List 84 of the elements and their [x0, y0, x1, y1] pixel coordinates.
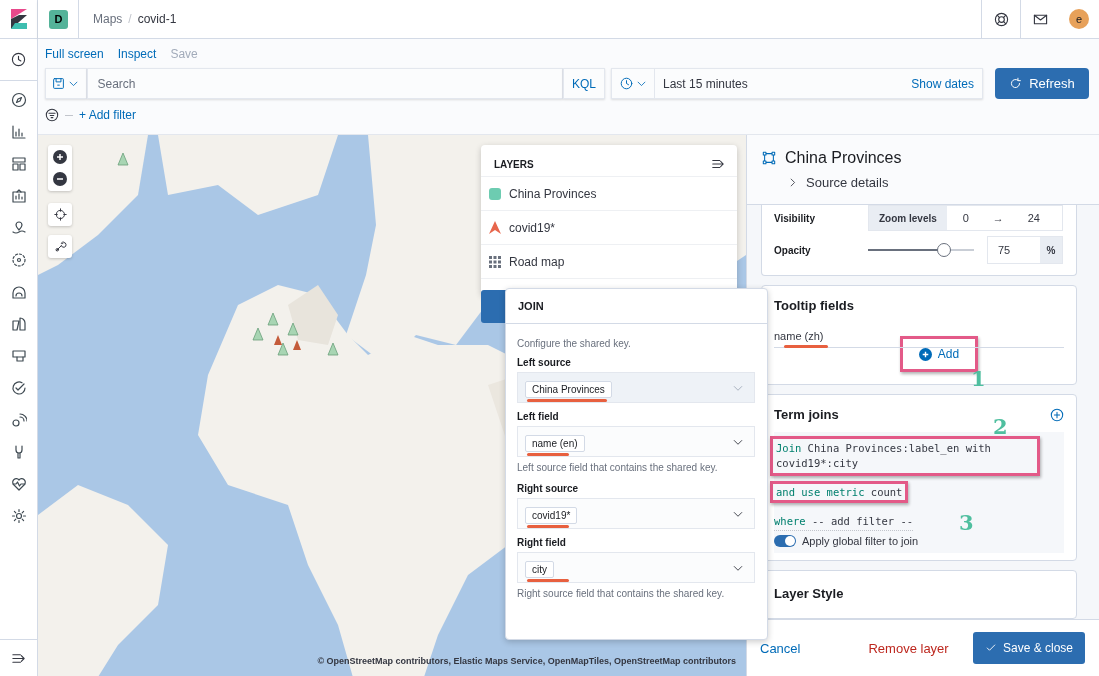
- tooltip-field: name (zh): [774, 330, 824, 342]
- check-icon: [984, 642, 997, 654]
- field-label: Right source: [517, 483, 580, 494]
- breadcrumb: covid-1: [137, 12, 177, 26]
- popover-description: Configure the shared key.: [517, 338, 632, 349]
- zoom-range-field[interactable]: Zoom levels 0 → 24: [868, 205, 1063, 231]
- help-icon[interactable]: [993, 11, 1009, 27]
- save-icon[interactable]: [52, 77, 66, 90]
- zoom-in-icon[interactable]: [53, 150, 67, 164]
- breadcrumb-separator: /: [128, 12, 132, 26]
- easel-icon[interactable]: [10, 188, 27, 204]
- source-details-toggle[interactable]: Source details: [806, 175, 889, 190]
- help-text: Left source field that contains the shared key.: [517, 462, 719, 473]
- compass-icon[interactable]: [10, 92, 27, 108]
- map-attribution: © OpenStreetMap contributors, Elastic Maps Service, OpenMapTiles, OpenStreetMap contributors: [317, 656, 736, 666]
- arch-icon[interactable]: [10, 284, 27, 300]
- select-field[interactable]: city: [517, 552, 755, 583]
- select-field[interactable]: name (en): [517, 426, 755, 457]
- panel-title: LAYERS: [494, 158, 534, 170]
- top-nav-link[interactable]: Full screen: [45, 47, 104, 61]
- check-circle-icon[interactable]: [10, 380, 27, 396]
- join-expression[interactable]: Join China Provinces:label_en with covid19*:city: [776, 441, 1034, 471]
- filter-expression[interactable]: where -- add filter --: [774, 515, 914, 531]
- save-close-button[interactable]: Save & close: [972, 632, 1085, 664]
- section-title: Tooltip fields: [774, 298, 855, 313]
- remove-layer-link[interactable]: Remove layer: [862, 639, 955, 657]
- language-toggle[interactable]: KQL: [563, 68, 605, 99]
- signal-icon[interactable]: [10, 412, 27, 428]
- slider-thumb[interactable]: [937, 243, 952, 257]
- underline-mark: [527, 524, 569, 528]
- plus-icon: [918, 347, 932, 361]
- section-title: Layer Style: [774, 586, 845, 601]
- refresh-button[interactable]: Refresh: [995, 68, 1089, 99]
- grid-icon: [489, 255, 501, 268]
- add-circle-icon[interactable]: [1050, 407, 1064, 422]
- layer-item[interactable]: China Provinces: [509, 186, 597, 201]
- visibility-label: Visibility: [774, 212, 816, 224]
- underline-mark: [784, 345, 828, 348]
- annotation-number: 2: [993, 414, 1008, 439]
- opacity-field[interactable]: 75 %: [987, 236, 1063, 264]
- clock-icon[interactable]: [11, 52, 26, 67]
- toggle-switch[interactable]: [774, 535, 796, 547]
- map-pin-icon[interactable]: [10, 220, 27, 236]
- top-nav-link[interactable]: Inspect: [117, 47, 157, 61]
- show-dates-link[interactable]: Show dates: [911, 76, 974, 91]
- logo-icon[interactable]: [10, 9, 27, 29]
- layer-title: China Provinces: [785, 149, 902, 167]
- layer-item[interactable]: Road map: [509, 254, 565, 269]
- refresh-icon: [1009, 77, 1023, 90]
- polygon-icon: [762, 151, 776, 165]
- search-field[interactable]: Search: [86, 68, 563, 99]
- breadcrumb[interactable]: Maps: [93, 12, 123, 26]
- user-avatar[interactable]: e: [1069, 9, 1089, 29]
- time-range[interactable]: Last 15 minutes: [663, 76, 748, 91]
- layer-item[interactable]: covid19*: [509, 220, 556, 235]
- section-title: Term joins: [774, 407, 839, 422]
- field-label: Left source: [517, 357, 572, 368]
- metric-expression[interactable]: and use metric count: [776, 486, 903, 498]
- field-label: Left field: [517, 411, 560, 422]
- dotted-circle-icon[interactable]: [10, 252, 27, 268]
- underline-mark: [527, 578, 569, 582]
- add-filter-link[interactable]: + Add filter: [79, 108, 137, 122]
- toggle-label: Apply global filter to join: [802, 535, 919, 547]
- crosshair-icon[interactable]: [53, 208, 67, 221]
- cancel-link[interactable]: Cancel: [760, 640, 809, 656]
- bar-chart-icon[interactable]: [10, 124, 27, 140]
- panel-tab[interactable]: [481, 290, 507, 323]
- collapse-panel-icon[interactable]: [711, 157, 725, 171]
- shapes-icon[interactable]: [10, 316, 27, 332]
- underline-mark: [527, 452, 569, 456]
- annotation-number: 1: [971, 366, 986, 391]
- add-button[interactable]: Add: [918, 347, 960, 361]
- heart-pulse-icon[interactable]: [10, 476, 27, 492]
- dashboard-icon[interactable]: [10, 156, 27, 172]
- opacity-label: Opacity: [774, 244, 812, 256]
- annotation-number: 3: [959, 510, 974, 535]
- field-label: Right field: [517, 537, 567, 548]
- zoom-out-icon[interactable]: [53, 172, 67, 186]
- space-badge[interactable]: D: [49, 9, 68, 29]
- help-text: Right source field that contains the shared key.: [517, 588, 726, 599]
- select-field[interactable]: covid19*: [517, 498, 755, 529]
- popover-title: JOIN: [518, 300, 544, 312]
- filter-icon[interactable]: [45, 108, 59, 122]
- monitor-icon[interactable]: [10, 348, 27, 364]
